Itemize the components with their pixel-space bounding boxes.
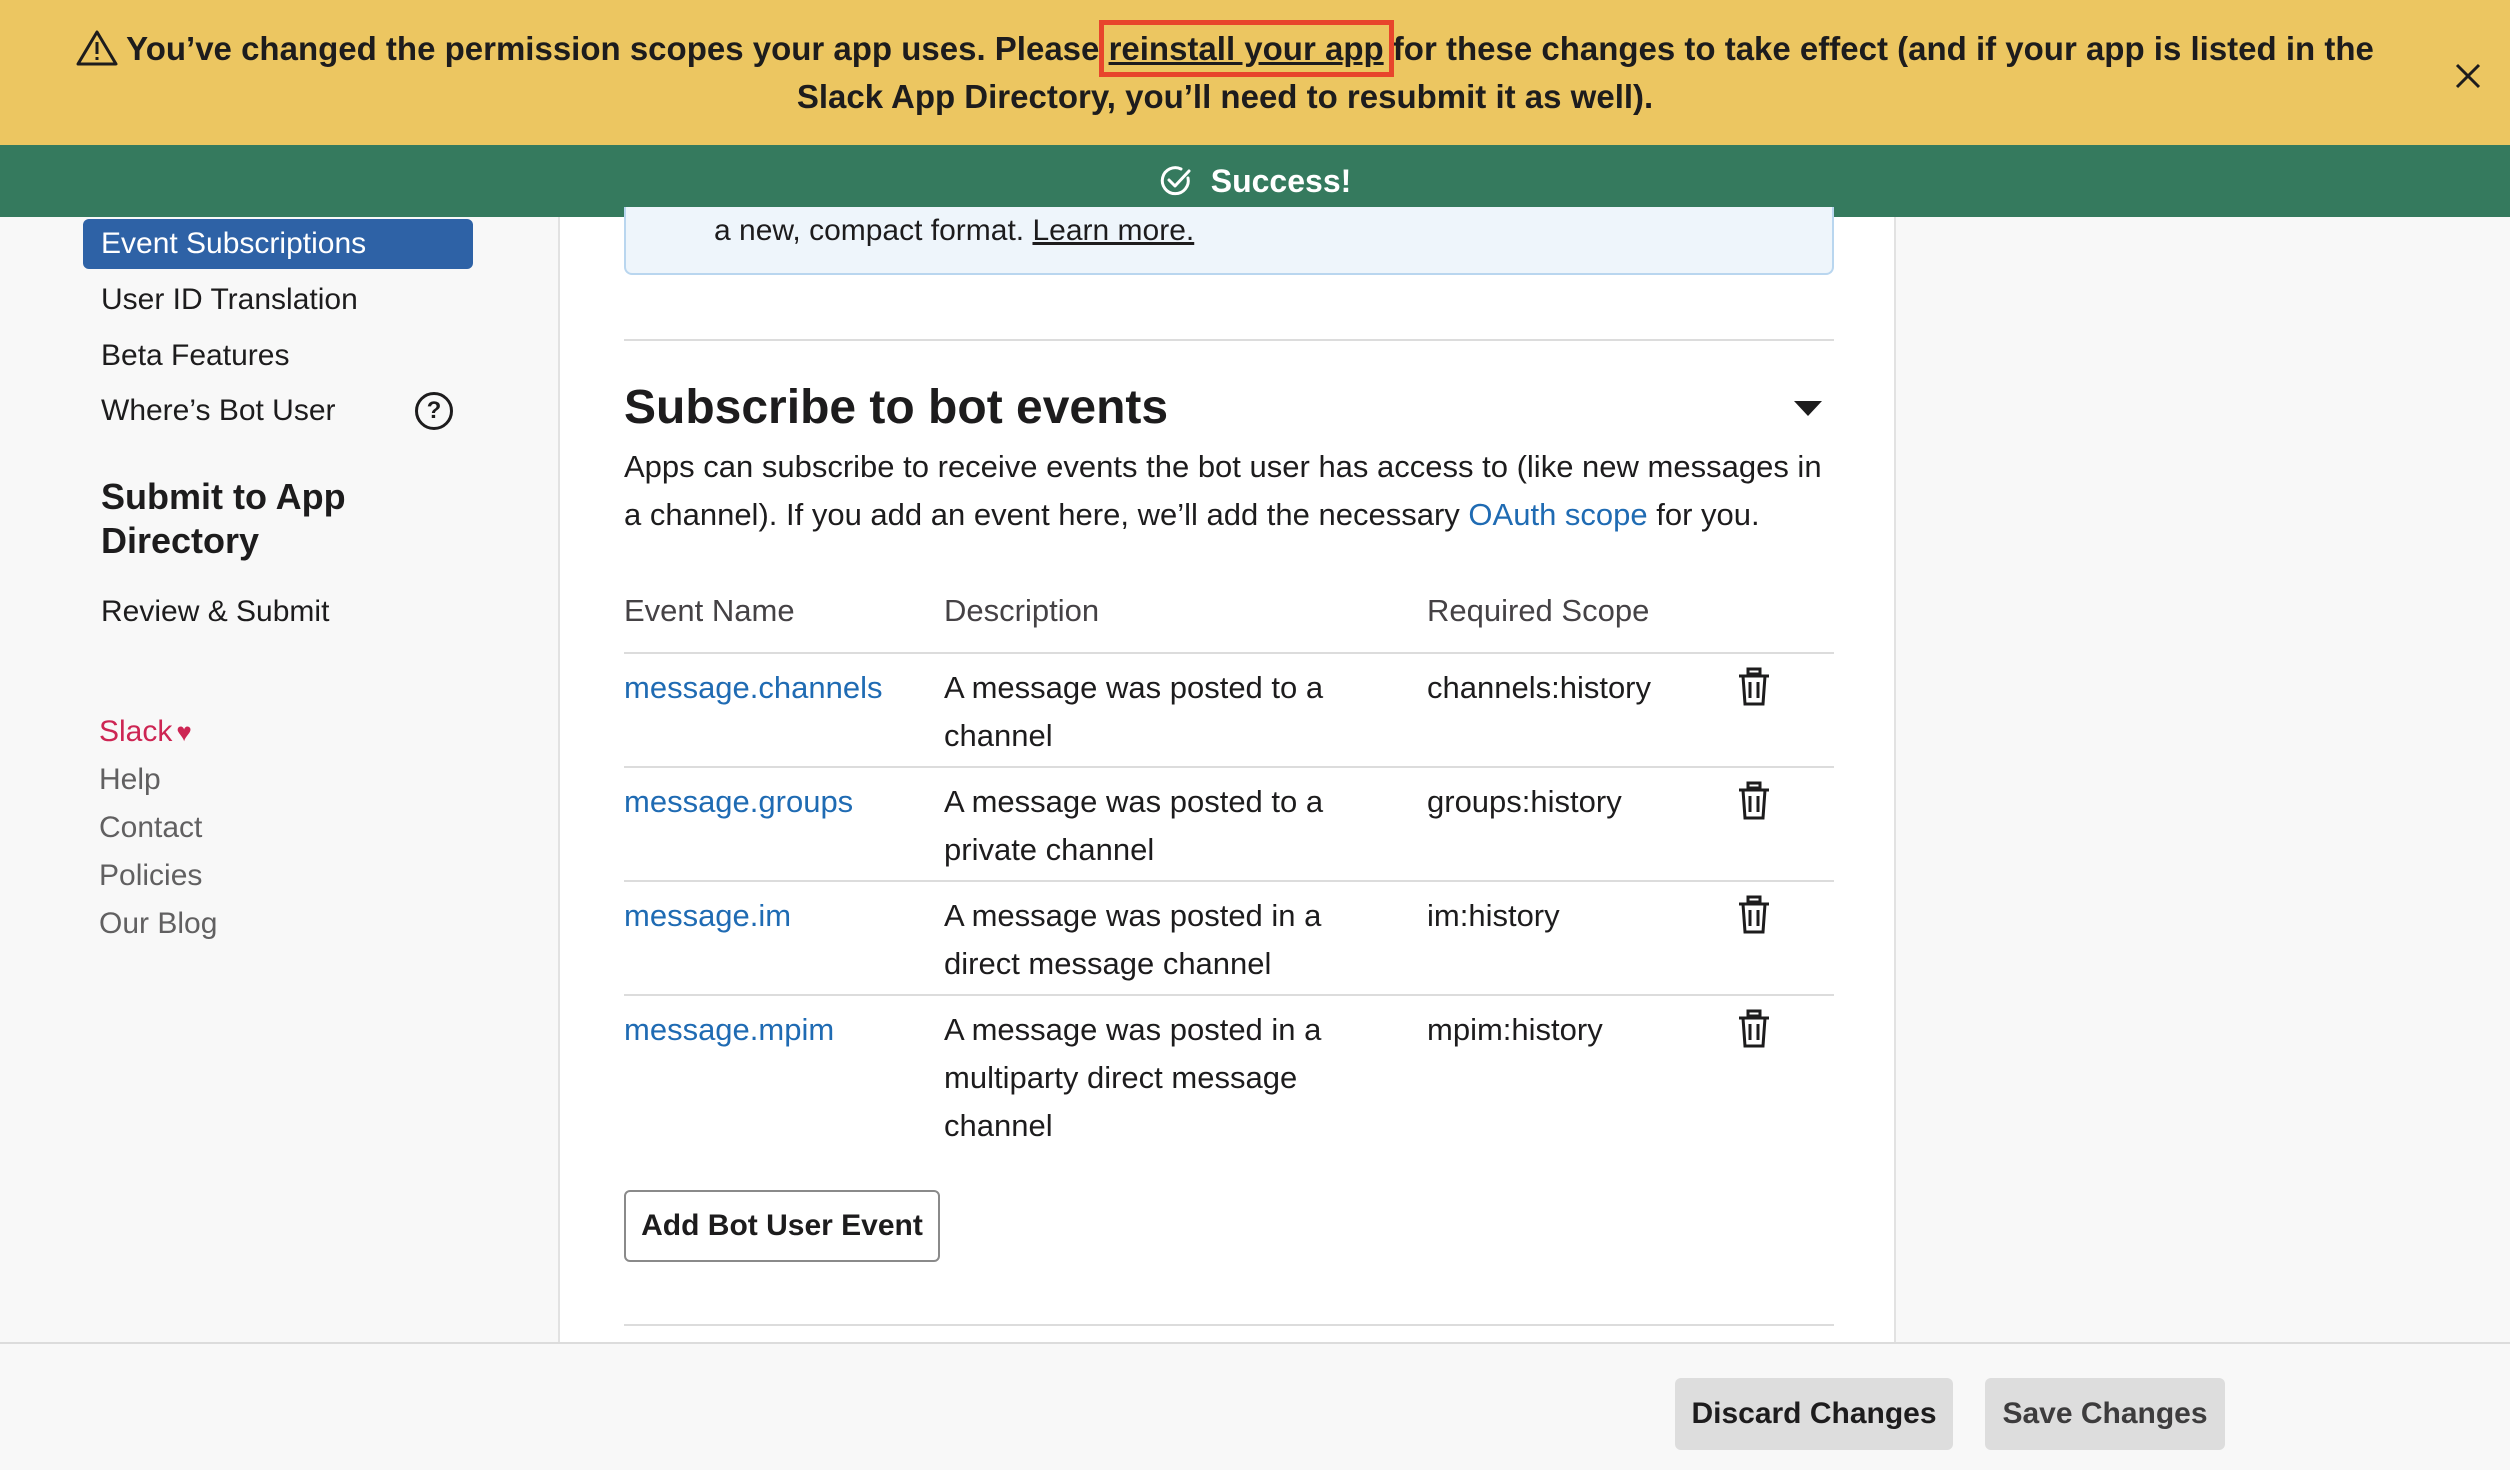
submit-app-directory-heading: Submit to App Directory	[101, 476, 346, 561]
event-name-link[interactable]: message.channels	[624, 664, 883, 712]
event-description: A message was posted to a private channe…	[944, 784, 1324, 867]
footer-link-our-blog[interactable]: Our Blog	[99, 902, 217, 946]
main-panel: a new, compact format. Learn more. Subsc…	[558, 207, 1896, 1374]
discard-changes-button[interactable]: Discard Changes	[1675, 1378, 1953, 1450]
sidebar-item-user-id-translation[interactable]: User ID Translation	[83, 275, 473, 325]
warning-message: You’ve changed the permission scopes you…	[50, 19, 2400, 121]
trash-icon[interactable]	[1737, 667, 1771, 707]
learn-more-link[interactable]: Learn more.	[1032, 214, 1194, 247]
footer-link-help[interactable]: Help	[99, 758, 161, 802]
event-description: A message was posted in a direct message…	[944, 898, 1322, 981]
desc-after: for you.	[1647, 497, 1760, 532]
sidebar-item-event-subscriptions[interactable]: Event Subscriptions	[83, 219, 473, 269]
sidebar-item-review-submit[interactable]: Review & Submit	[83, 587, 473, 637]
warning-text-before: You’ve changed the permission scopes you…	[126, 29, 1109, 67]
event-name-link[interactable]: message.im	[624, 892, 791, 940]
section-title: Subscribe to bot events	[624, 381, 1169, 434]
close-icon[interactable]	[2448, 56, 2488, 96]
column-header-event-name: Event Name	[624, 593, 795, 628]
event-scope: im:history	[1427, 898, 1560, 933]
column-header-description: Description	[944, 593, 1100, 628]
save-changes-button[interactable]: Save Changes	[1985, 1378, 2225, 1450]
slack-label: Slack	[99, 715, 173, 748]
column-header-required-scope: Required Scope	[1427, 593, 1650, 628]
footer-link-policies[interactable]: Policies	[99, 854, 202, 898]
permission-warning-banner: You’ve changed the permission scopes you…	[0, 0, 2510, 145]
section-description: Apps can subscribe to receive events the…	[624, 443, 1844, 539]
section-divider-bottom	[624, 1324, 1834, 1326]
trash-icon[interactable]	[1737, 895, 1771, 935]
sidebar: Event Subscriptions User ID Translation …	[0, 217, 558, 1342]
info-text-body: a new, compact format.	[714, 214, 1033, 247]
event-scope: channels:history	[1427, 670, 1652, 705]
event-description: A message was posted to a channel	[944, 670, 1324, 753]
caret-down-icon[interactable]	[1792, 397, 1824, 419]
sidebar-item-beta-features[interactable]: Beta Features	[83, 331, 473, 381]
check-circle-icon	[1160, 166, 1191, 196]
add-bot-user-event-button[interactable]: Add Bot User Event	[624, 1190, 940, 1262]
event-scope: groups:history	[1427, 784, 1622, 819]
info-notice: a new, compact format. Learn more.	[624, 207, 1834, 275]
heart-icon: ♥	[176, 717, 192, 747]
event-scope: mpim:history	[1427, 1012, 1603, 1047]
event-name-link[interactable]: message.mpim	[624, 1006, 834, 1054]
event-name-link[interactable]: message.groups	[624, 778, 853, 826]
row-divider	[624, 880, 1834, 882]
bottom-action-bar: Discard Changes Save Changes	[0, 1342, 2510, 1470]
oauth-scope-link[interactable]: OAuth scope	[1468, 497, 1647, 532]
row-divider	[624, 766, 1834, 768]
info-text: a new, compact format. Learn more.	[714, 207, 1194, 255]
warning-icon	[76, 30, 118, 65]
trash-icon[interactable]	[1737, 1009, 1771, 1049]
reinstall-app-link[interactable]: reinstall your app	[1098, 19, 1394, 77]
section-divider-top	[624, 339, 1834, 341]
row-divider	[624, 652, 1834, 654]
row-divider	[624, 994, 1834, 996]
event-description: A message was posted in a multiparty dir…	[944, 1012, 1322, 1143]
footer-link-contact[interactable]: Contact	[99, 806, 202, 850]
footer-link-slack[interactable]: Slack ♥	[99, 710, 192, 754]
help-icon[interactable]: ?	[415, 392, 453, 430]
success-text: Success!	[1210, 162, 1352, 199]
trash-icon[interactable]	[1737, 781, 1771, 821]
